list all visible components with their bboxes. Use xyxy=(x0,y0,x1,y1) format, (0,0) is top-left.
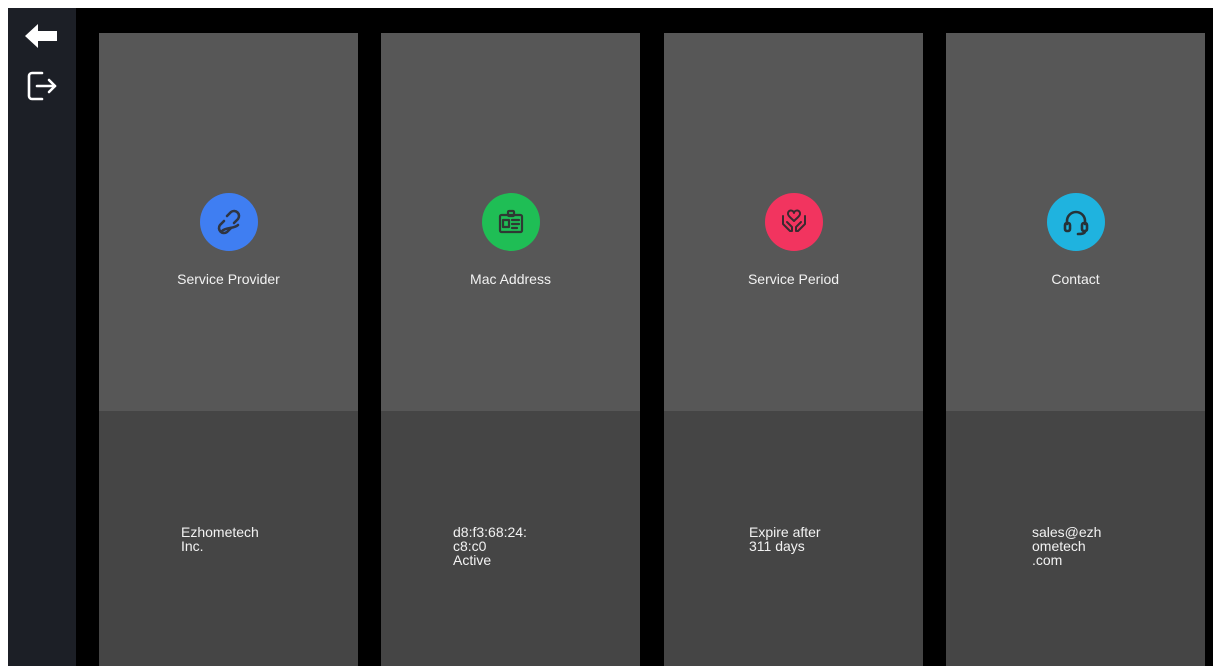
card-title: Service Provider xyxy=(177,271,280,287)
card-title: Service Period xyxy=(747,271,840,287)
value-line: c8:c0 xyxy=(453,538,487,554)
value-line: Ezhometech xyxy=(181,524,259,540)
value-line: 311 days xyxy=(749,538,805,554)
card-body: d8:f3:68:24: c8:c0 Active xyxy=(381,411,640,666)
value-line: Active xyxy=(453,552,492,568)
arrow-left-icon xyxy=(25,24,57,48)
card-body: Ezhometech Inc. xyxy=(99,411,358,666)
screen: Service Provider Ezhometech Inc. Mac Add… xyxy=(8,8,1213,666)
card-body: Expire after 311 days xyxy=(664,411,923,666)
value-line: d8:f3:68:24: xyxy=(453,524,527,540)
card-header: Contact xyxy=(946,33,1205,411)
card-value: sales@ezh ometech .com xyxy=(1032,525,1101,567)
logout-button[interactable] xyxy=(22,68,60,104)
info-cards: Service Provider Ezhometech Inc. Mac Add… xyxy=(99,33,1213,666)
service-period-badge xyxy=(764,193,823,251)
value-line: .com xyxy=(1032,552,1063,568)
value-line: ometech xyxy=(1032,538,1086,554)
card-header: Service Provider xyxy=(99,33,358,411)
contact-badge xyxy=(1046,193,1105,251)
card-title: Contact xyxy=(1051,271,1100,287)
mac-address-badge xyxy=(481,193,540,251)
id-card-icon xyxy=(498,209,523,234)
hands-heart-icon xyxy=(781,209,806,232)
card-body: sales@ezh ometech .com xyxy=(946,411,1205,666)
card-header: Mac Address xyxy=(381,33,640,411)
service-provider-card[interactable]: Service Provider Ezhometech Inc. xyxy=(99,33,358,666)
link-icon xyxy=(217,209,240,235)
headset-icon xyxy=(1063,210,1088,236)
sidebar xyxy=(8,8,76,666)
logout-icon xyxy=(27,71,57,101)
card-title: Mac Address xyxy=(470,271,551,287)
card-header: Service Period xyxy=(664,33,923,411)
contact-card[interactable]: Contact sales@ezh ometech .com xyxy=(946,33,1205,666)
value-line: Expire after xyxy=(749,524,821,540)
service-provider-badge xyxy=(199,193,258,251)
card-value: Ezhometech Inc. xyxy=(181,525,259,553)
card-value: Expire after 311 days xyxy=(749,525,821,553)
service-period-card[interactable]: Service Period Expire after 311 days xyxy=(664,33,923,666)
value-line: sales@ezh xyxy=(1032,524,1102,540)
mac-address-card[interactable]: Mac Address d8:f3:68:24: c8:c0 Active xyxy=(381,33,640,666)
back-button[interactable] xyxy=(22,18,60,54)
value-line: Inc. xyxy=(181,538,204,554)
card-value: d8:f3:68:24: c8:c0 Active xyxy=(453,525,527,567)
